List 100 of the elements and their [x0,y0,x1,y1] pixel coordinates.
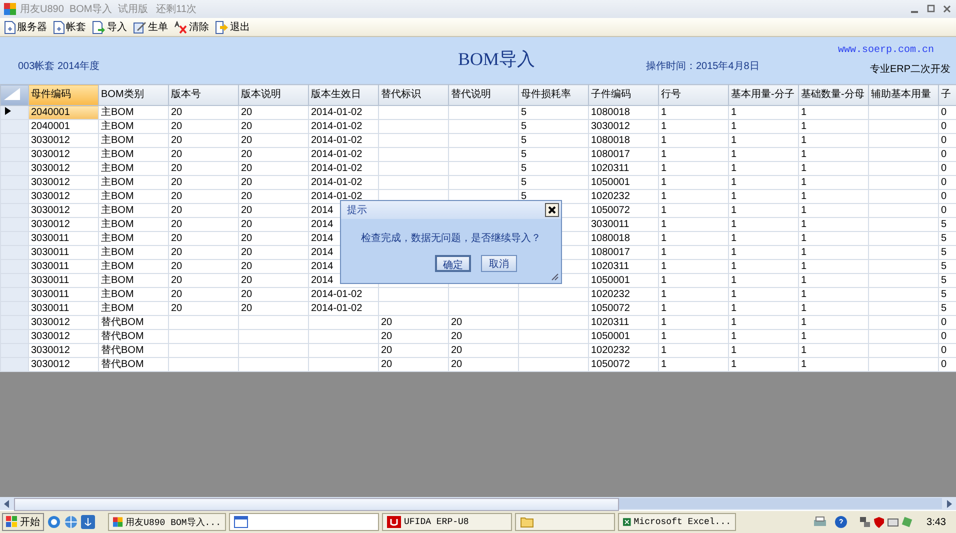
toolbar-button[interactable]: 清除 [174,20,209,34]
table-cell: 1 [658,134,728,148]
table-cell: 20 [168,288,238,302]
taskbar-button[interactable]: 用友U890 BOM导入... [108,513,226,531]
table-cell: 1080018 [588,134,658,148]
help-icon[interactable] [834,516,847,528]
column-header[interactable]: 母件损耗率 [518,84,588,106]
column-header[interactable]: BOM类别 [98,84,168,106]
app-logo-icon [387,516,401,528]
table-cell: 1 [798,288,868,302]
dialog-button[interactable]: 确定 [435,255,471,272]
close-button[interactable] [545,203,559,217]
taskbar-button[interactable]: UFIDA ERP-U8 [382,513,512,531]
table-cell [868,106,938,120]
table-cell [868,288,938,302]
table-cell [518,302,588,316]
table-cell [168,358,238,372]
table-cell: 20 [238,274,308,288]
column-header[interactable]: 替代说明 [448,84,518,106]
table-cell: 1 [658,274,728,288]
table-cell: 1 [658,148,728,162]
table-cell: 20 [168,120,238,134]
table-cell: 3030011 [28,288,98,302]
start-button[interactable]: 开始 [2,513,44,531]
taskbar-button[interactable] [229,513,379,531]
dialog-title: 提示 [347,204,367,217]
shield-icon[interactable] [872,516,885,528]
globe-icon[interactable] [64,515,78,529]
horizontal-scrollbar[interactable] [0,497,956,510]
table-cell [378,302,448,316]
table-cell [448,134,518,148]
column-header[interactable]: 辅助基本用量 [868,84,938,106]
table-cell [168,316,238,330]
network-icon[interactable] [858,516,871,528]
taskbar-button[interactable]: Microsoft Excel... [618,513,736,531]
table-cell: 1 [798,162,868,176]
table-cell: 20 [168,260,238,274]
table-cell: 1050072 [588,204,658,218]
keyboard-icon[interactable] [886,516,899,528]
table-cell [868,134,938,148]
toolbar-button[interactable]: 服务器 [4,20,47,34]
page-title: BOM导入 [458,48,536,70]
website-link[interactable]: www.soerp.com.cn [838,45,934,56]
table-cell: 1 [798,134,868,148]
table-cell [868,302,938,316]
resize-grip-icon[interactable] [550,272,559,281]
table-cell: 3030012 [28,330,98,344]
toolbar-button[interactable]: 导入 [92,20,127,34]
table-cell: 1080017 [588,246,658,260]
dialog-button[interactable]: 取消 [481,255,517,272]
column-header[interactable]: 基本用量-分子 [728,84,798,106]
spreadsheet-icon [623,516,631,528]
select-all-icon[interactable] [2,86,21,100]
table-cell: 1 [798,218,868,232]
printer-icon[interactable] [812,516,827,528]
table-cell: 20 [238,148,308,162]
table-cell: 20 [168,232,238,246]
column-header[interactable]: 版本说明 [238,84,308,106]
row-header[interactable] [0,106,28,120]
table-cell: 1 [728,162,798,176]
toolbar-button[interactable]: 退出 [215,20,250,34]
toolbar-button[interactable]: 帐套 [53,20,86,34]
column-header[interactable]: 替代标识 [378,84,448,106]
column-header[interactable]: 子件编码 [588,84,658,106]
toolbar-button[interactable]: 生单 [133,20,168,34]
table-cell [308,316,378,330]
table-cell: 5 [938,218,956,232]
column-header[interactable]: 行号 [658,84,728,106]
maximize-icon[interactable] [926,4,936,14]
table-cell: 2014-01-02 [308,288,378,302]
table-cell: 1 [798,260,868,274]
column-header[interactable]: 母件编码 [28,84,98,106]
table-cell: 0 [938,106,956,120]
table-cell [238,316,308,330]
table-cell: 3030011 [28,260,98,274]
table-cell: 5 [938,274,956,288]
table-cell: 5 [938,302,956,316]
table-cell: 1 [728,274,798,288]
table-cell: 1 [728,288,798,302]
table-cell: 2014-01-02 [308,134,378,148]
table-cell: 1 [728,358,798,372]
column-header[interactable]: 版本生效日 [308,84,378,106]
anchor-icon[interactable] [81,515,95,529]
table-cell: 5 [938,246,956,260]
tray-app-icon[interactable] [900,516,913,528]
table-cell [448,162,518,176]
table-cell: 1080017 [588,148,658,162]
windows-logo-icon [6,516,18,528]
table-cell: 1050001 [588,274,658,288]
column-header[interactable]: 版本号 [168,84,238,106]
column-header[interactable]: 子 [938,84,956,106]
close-icon[interactable] [942,4,952,14]
table-cell [448,120,518,134]
table-cell: 20 [238,120,308,134]
table-cell: 20 [168,106,238,120]
column-header[interactable]: 基础数量-分母 [798,84,868,106]
table-cell: 1 [798,148,868,162]
taskbar-button[interactable] [515,513,615,531]
table-cell: 1020311 [588,316,658,330]
browser-icon[interactable] [47,515,61,529]
